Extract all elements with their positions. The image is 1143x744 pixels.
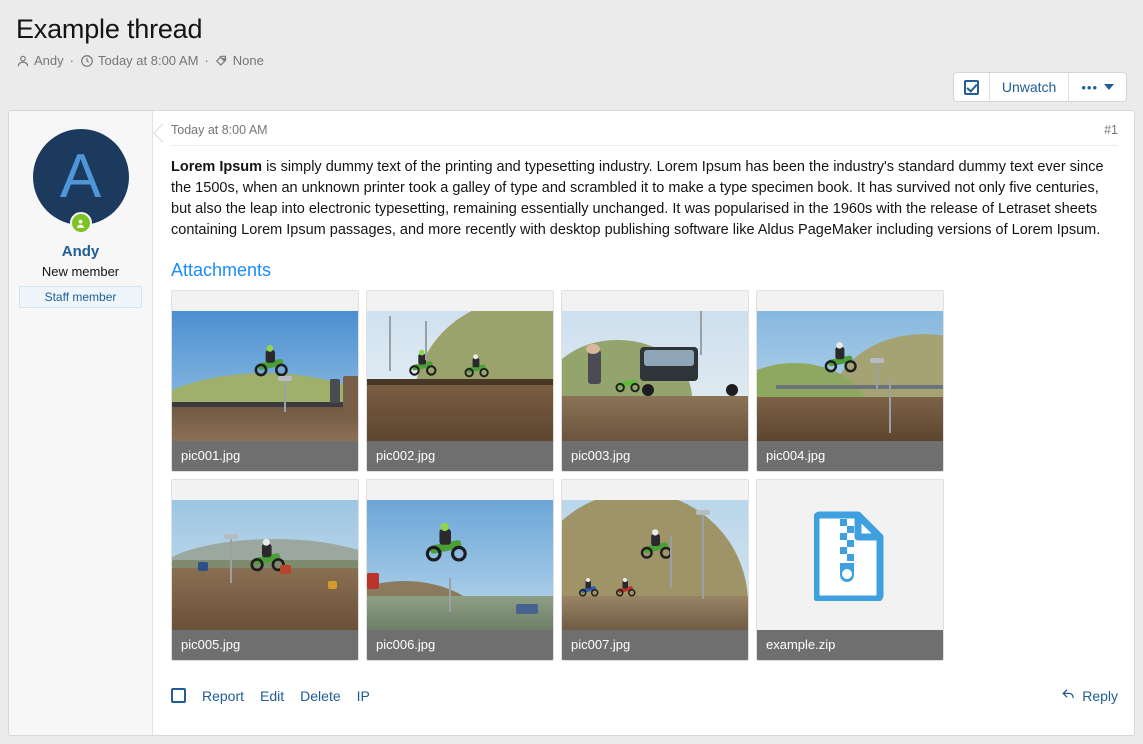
post-container: A Andy New member Staff member Today at … [8, 110, 1135, 736]
tile-top-strip [172, 480, 358, 500]
user-icon [16, 54, 30, 68]
tile-top-strip [562, 291, 748, 311]
attachment-filename: pic002.jpg [367, 441, 553, 471]
more-dots-icon: ••• [1081, 80, 1098, 95]
tile-top-strip [367, 291, 553, 311]
edit-link[interactable]: Edit [260, 688, 284, 704]
attachment-tile[interactable]: pic002.jpg [366, 290, 554, 472]
checked-checkbox-icon [964, 80, 979, 95]
thread-time[interactable]: Today at 8:00 AM [98, 53, 198, 69]
post-actions-left: Report Edit Delete IP [171, 688, 370, 704]
post-number[interactable]: #1 [1104, 123, 1118, 137]
attachment-tile[interactable]: example.zip [756, 479, 944, 661]
attachment-tile[interactable]: pic003.jpg [561, 290, 749, 472]
avatar-wrapper[interactable]: A [33, 129, 129, 225]
attachment-tile[interactable]: pic007.jpg [561, 479, 749, 661]
attachment-filename: pic007.jpg [562, 630, 748, 660]
attachment-thumbnail [172, 311, 358, 441]
more-options-button[interactable]: ••• [1069, 73, 1126, 101]
staff-member-badge: Staff member [19, 286, 142, 308]
attachment-thumbnail [367, 500, 553, 630]
post-footer: Report Edit Delete IP Reply [171, 677, 1118, 716]
attachment-tile[interactable]: pic001.jpg [171, 290, 359, 472]
tile-top-strip [562, 480, 748, 500]
clock-icon [80, 54, 94, 68]
report-link[interactable]: Report [202, 688, 244, 704]
zip-file-icon [757, 480, 943, 630]
post-header: Today at 8:00 AM #1 [171, 111, 1118, 146]
post-body-lead: Lorem Ipsum [171, 159, 262, 175]
meta-separator-1: · [70, 53, 74, 69]
page-title: Example thread [16, 12, 1127, 46]
post-body: Lorem Ipsum is simply dummy text of the … [171, 146, 1118, 241]
attachment-thumbnail [562, 311, 748, 441]
thread-author[interactable]: Andy [34, 53, 64, 69]
attachments-heading[interactable]: Attachments [171, 259, 1118, 281]
thread-page: Example thread Andy · Today at 8:00 AM · [0, 0, 1143, 744]
tile-top-strip [757, 291, 943, 311]
attachment-thumbnail [172, 500, 358, 630]
reply-arrow-icon [1061, 687, 1076, 704]
message-notch [152, 123, 163, 143]
chevron-down-icon [1104, 84, 1114, 90]
unwatch-button[interactable]: Unwatch [990, 73, 1069, 101]
post-date[interactable]: Today at 8:00 AM [171, 123, 268, 137]
post-author-name[interactable]: Andy [9, 243, 152, 261]
attachments-grid: pic001.jpg [171, 290, 1118, 661]
post-user-column: A Andy New member Staff member [9, 111, 153, 735]
attachment-thumbnail [367, 311, 553, 441]
meta-separator-2: · [204, 53, 208, 69]
tile-top-strip [172, 291, 358, 311]
reply-label: Reply [1082, 688, 1118, 704]
thread-toolbar: Unwatch ••• [953, 72, 1127, 102]
online-status-badge [70, 212, 92, 234]
attachment-filename: pic001.jpg [172, 441, 358, 471]
thread-tags[interactable]: None [233, 53, 264, 69]
select-post-checkbox[interactable] [171, 688, 186, 703]
attachment-tile[interactable]: pic004.jpg [756, 290, 944, 472]
watch-checkbox-button[interactable] [954, 73, 990, 101]
attachment-thumbnail [757, 311, 943, 441]
attachment-tile[interactable]: pic006.jpg [366, 479, 554, 661]
post-author-title: New member [9, 264, 152, 280]
avatar[interactable]: A [33, 129, 129, 225]
thread-meta: Andy · Today at 8:00 AM · None [16, 53, 1127, 69]
tag-icon [215, 54, 229, 68]
reply-button[interactable]: Reply [1061, 687, 1118, 704]
post-body-text: is simply dummy text of the printing and… [171, 159, 1104, 238]
tile-top-strip [367, 480, 553, 500]
attachment-tile[interactable]: pic005.jpg [171, 479, 359, 661]
delete-link[interactable]: Delete [300, 688, 340, 704]
attachment-filename: example.zip [757, 630, 943, 660]
post-message-column: Today at 8:00 AM #1 Lorem Ipsum is simpl… [153, 111, 1134, 735]
attachment-filename: pic006.jpg [367, 630, 553, 660]
thread-header: Example thread Andy · Today at 8:00 AM · [0, 0, 1143, 69]
ip-link[interactable]: IP [357, 688, 370, 704]
attachment-filename: pic003.jpg [562, 441, 748, 471]
attachment-filename: pic005.jpg [172, 630, 358, 660]
attachment-thumbnail [562, 500, 748, 630]
attachment-filename: pic004.jpg [757, 441, 943, 471]
